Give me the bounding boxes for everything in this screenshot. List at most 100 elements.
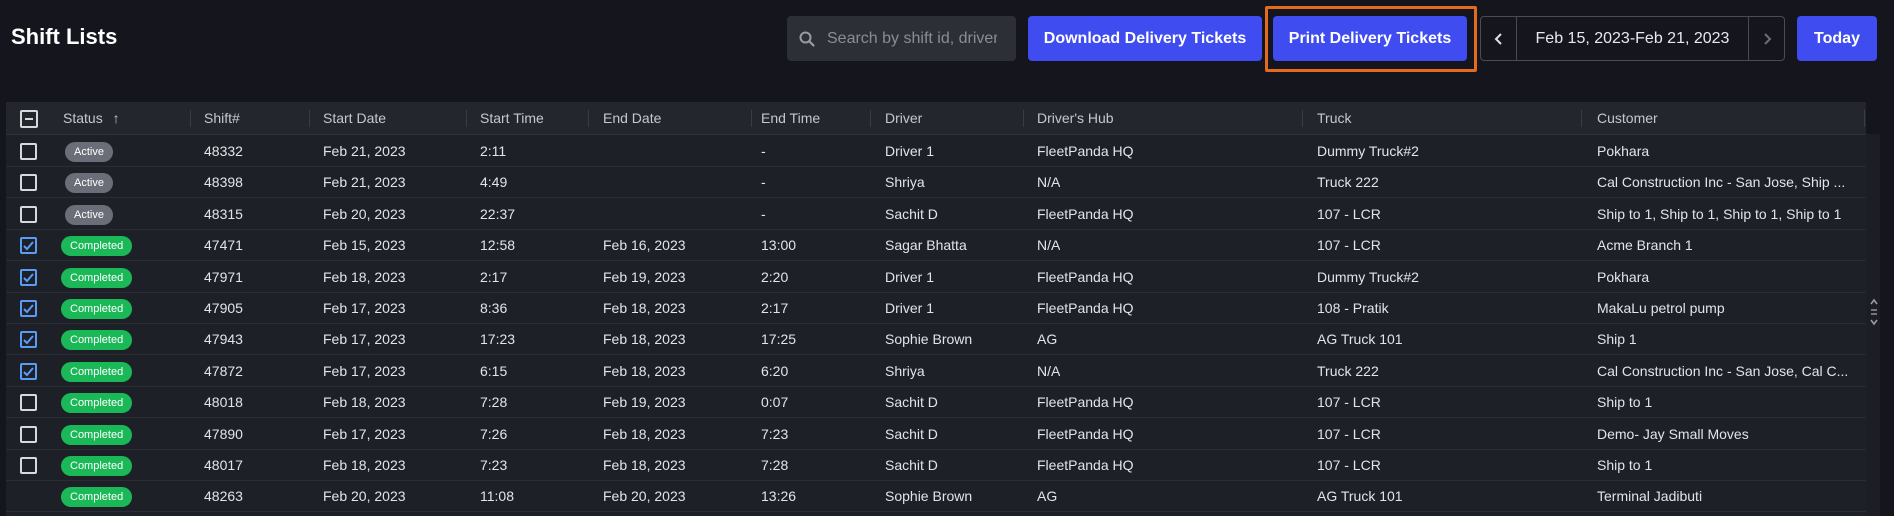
cell-end-date: Feb 18, 2023: [603, 331, 686, 348]
cell-drivers-hub: FleetPanda HQ: [1037, 394, 1134, 411]
column-divider: [190, 110, 191, 127]
row-checkbox[interactable]: [20, 331, 37, 349]
cell-start-date: Feb 18, 2023: [323, 457, 406, 473]
table-row[interactable]: Active 48315 Feb 20, 2023 22:37 - Sachit D Fle…: [6, 199, 1866, 230]
chevron-left-icon: [1494, 32, 1502, 45]
cell-start-time: 12:58: [480, 237, 516, 254]
row-checkbox[interactable]: [20, 174, 37, 192]
cell-start-date: Feb 17, 2023: [323, 425, 406, 442]
cell-shift: 48263: [204, 488, 243, 505]
cell-end-date: Feb 16, 2023: [603, 237, 686, 254]
cell-truck: Dummy Truck#2: [1317, 143, 1419, 159]
column-divider: [1023, 110, 1024, 127]
cell-drivers-hub: FleetPanda HQ: [1037, 425, 1134, 442]
status-badge: Active: [65, 204, 113, 225]
cell-start-date: Feb 20, 2023: [323, 488, 406, 505]
cell-truck: 107 - LCR: [1317, 425, 1381, 442]
column-header-status[interactable]: Status ↑: [63, 102, 120, 135]
cell-end-time: -: [761, 174, 766, 191]
row-checkbox[interactable]: [20, 268, 37, 286]
cell-start-time: 7:26: [480, 425, 508, 442]
select-all-checkbox[interactable]: [20, 110, 38, 128]
row-checkbox[interactable]: [20, 300, 37, 317]
cell-customer: Ship 1: [1597, 331, 1637, 348]
cell-start-time: 6:15: [480, 362, 508, 379]
table-row[interactable]: Completed 48017 Feb 18, 2023 7:23 Feb 18, 20…: [6, 450, 1866, 481]
cell-shift: 48332: [204, 143, 243, 159]
table-row[interactable]: Completed 47471 Feb 15, 2023 12:58 Feb 16, 2…: [6, 230, 1866, 262]
cell-customer: Terminal Jadibuti: [1597, 488, 1703, 505]
cell-end-time: -: [761, 143, 766, 159]
cell-end-time: 0:07: [761, 394, 789, 411]
cell-truck: AG Truck 101: [1317, 488, 1403, 505]
next-week-button[interactable]: [1748, 17, 1784, 60]
cell-end-date: Feb 18, 2023: [603, 300, 686, 316]
row-checkbox[interactable]: [20, 362, 37, 380]
column-header-customer[interactable]: Customer: [1597, 102, 1658, 135]
row-checkbox[interactable]: [20, 205, 37, 223]
column-header-end-date[interactable]: End Date: [603, 102, 661, 135]
table-row[interactable]: Completed 47872 Feb 17, 2023 6:15 Feb 18, 20…: [6, 356, 1866, 387]
search-box[interactable]: [787, 16, 1016, 61]
table-row[interactable]: Completed 48263 Feb 20, 2023 11:08 Feb 20, 2…: [6, 481, 1866, 513]
checkmark-icon: [23, 367, 34, 377]
table-row[interactable]: Completed 47890 Feb 17, 2023 7:26 Feb 18, 20…: [6, 419, 1866, 450]
cell-driver: Sachit D: [885, 394, 938, 411]
row-checkbox[interactable]: [20, 394, 37, 412]
scroll-handle-icon[interactable]: [1869, 298, 1879, 326]
cell-start-time: 2:17: [480, 268, 508, 285]
column-header-start-date[interactable]: Start Date: [323, 102, 386, 135]
cell-driver: Shriya: [885, 362, 925, 379]
checkmark-icon: [23, 241, 34, 251]
cell-end-time: 6:20: [761, 362, 789, 379]
column-header-truck[interactable]: Truck: [1317, 102, 1351, 135]
checkmark-icon: [23, 335, 34, 345]
status-badge: Completed: [61, 299, 133, 319]
column-header-driver[interactable]: Driver: [885, 102, 922, 135]
cell-driver: Sagar Bhatta: [885, 237, 967, 254]
table-row[interactable]: Active 48398 Feb 21, 2023 4:49 - Shriya N/A Tru…: [6, 167, 1866, 199]
cell-driver: Sophie Brown: [885, 488, 973, 505]
cell-customer: Demo- Jay Small Moves: [1597, 425, 1749, 442]
cell-driver: Sachit D: [885, 425, 938, 442]
cell-start-date: Feb 18, 2023: [323, 268, 406, 285]
date-range-label[interactable]: Feb 15, 2023-Feb 21, 2023: [1517, 17, 1748, 60]
cell-drivers-hub: FleetPanda HQ: [1037, 143, 1134, 159]
column-header-drivers-hub[interactable]: Driver's Hub: [1037, 102, 1114, 135]
cell-end-date: Feb 19, 2023: [603, 394, 686, 411]
table-row[interactable]: Completed 47943 Feb 17, 2023 17:23 Feb 18, 2…: [6, 324, 1866, 356]
row-checkbox[interactable]: [20, 237, 37, 255]
cell-start-time: 8:36: [480, 300, 508, 316]
cell-end-time: 7:23: [761, 425, 789, 442]
status-badge: Active: [65, 173, 113, 194]
download-delivery-tickets-button[interactable]: Download Delivery Tickets: [1028, 16, 1262, 61]
status-badge: Completed: [61, 267, 133, 288]
column-header-start-time[interactable]: Start Time: [480, 102, 544, 135]
row-checkbox[interactable]: [20, 143, 37, 160]
table-row[interactable]: Active 48332 Feb 21, 2023 2:11 - Driver 1 Flee…: [6, 136, 1866, 167]
today-button[interactable]: Today: [1797, 16, 1877, 61]
status-badge: Completed: [61, 330, 133, 351]
cell-driver: Shriya: [885, 174, 925, 191]
cell-truck: 107 - LCR: [1317, 237, 1381, 254]
column-header-shift[interactable]: Shift#: [204, 102, 240, 135]
cell-customer: Pokhara: [1597, 143, 1650, 159]
cell-end-date: Feb 18, 2023: [603, 457, 686, 473]
table-row[interactable]: Completed 47905 Feb 17, 2023 8:36 Feb 18, 20…: [6, 293, 1866, 324]
status-badge: Completed: [61, 393, 133, 414]
row-checkbox[interactable]: [20, 457, 37, 474]
checkmark-icon: [23, 272, 34, 283]
cell-start-time: 22:37: [480, 205, 516, 222]
cell-end-time: -: [761, 205, 766, 222]
column-header-end-time[interactable]: End Time: [761, 102, 820, 135]
cell-shift: 48018: [204, 394, 243, 411]
previous-week-button[interactable]: [1481, 17, 1517, 60]
table-row[interactable]: Completed 48018 Feb 18, 2023 7:28 Feb 19, 20…: [6, 387, 1866, 419]
row-checkbox[interactable]: [20, 425, 37, 443]
chevron-right-icon: [1763, 32, 1771, 45]
search-input[interactable]: [827, 29, 997, 48]
cell-shift: 48315: [204, 205, 243, 222]
status-badge: Completed: [61, 236, 133, 257]
table-row[interactable]: Completed 47971 Feb 18, 2023 2:17 Feb 19, 20…: [6, 262, 1866, 293]
cell-customer: MakaLu petrol pump: [1597, 300, 1725, 316]
